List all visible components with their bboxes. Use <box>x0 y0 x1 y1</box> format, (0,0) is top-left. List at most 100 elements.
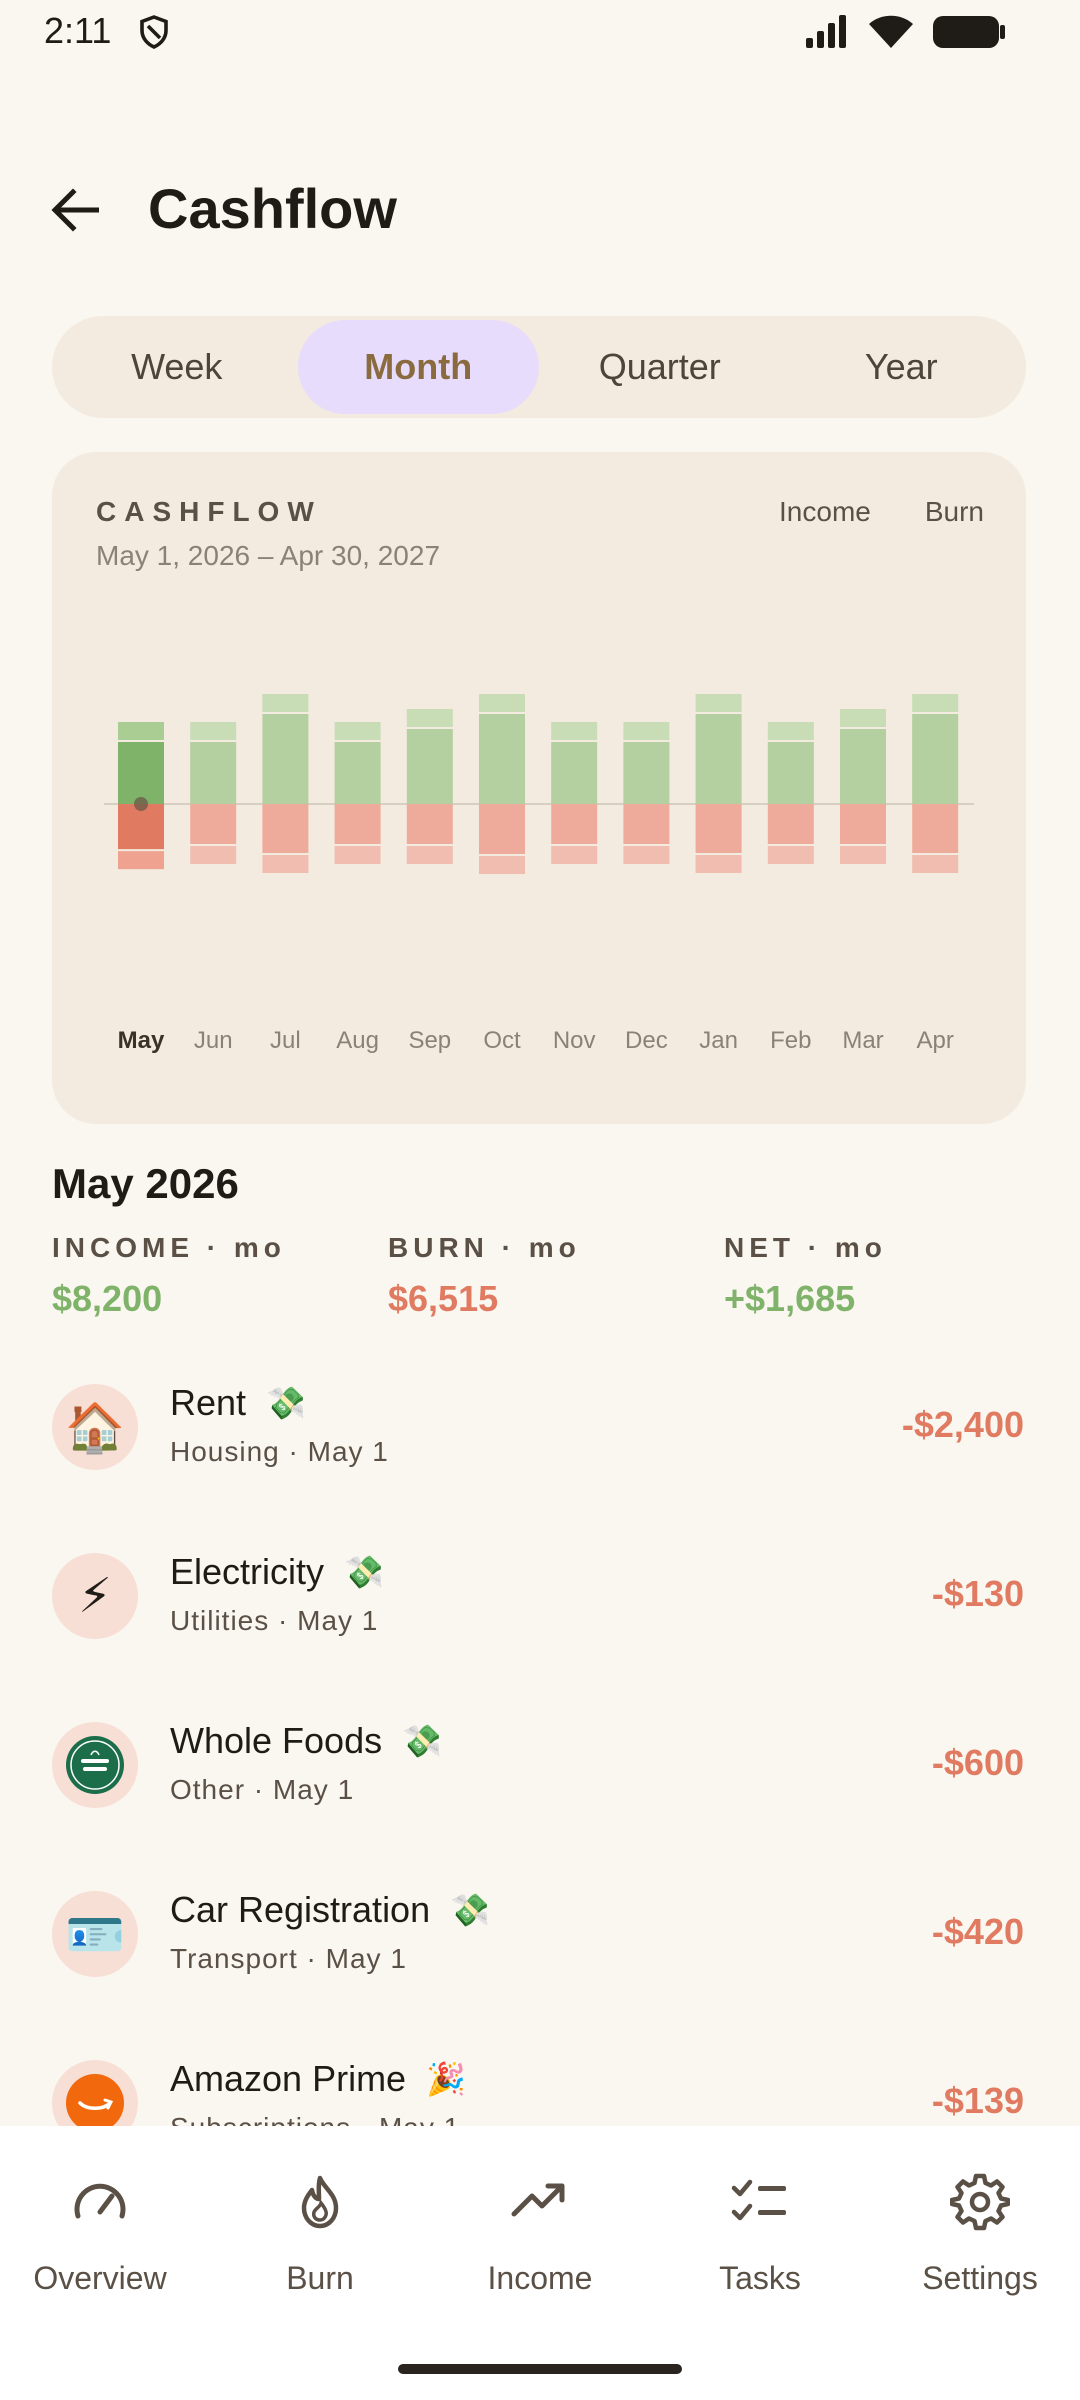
income-bar-cap <box>262 694 309 712</box>
month-stats: INCOME · mo $8,200 BURN · mo $6,515 NET … <box>52 1232 1032 1332</box>
transaction-subtitle: Transport · May 1 <box>170 1943 407 1974</box>
income-bar <box>406 729 453 804</box>
burn-bar <box>334 804 381 844</box>
app-header: Cashflow <box>0 160 1080 260</box>
transaction-row[interactable]: Amazon Prime 🎉 Subscriptions · May 1 -$1… <box>0 2036 1080 2126</box>
x-axis-tick-label: Aug <box>336 1027 379 1054</box>
selected-marker <box>134 797 148 811</box>
period-quarter-tab[interactable]: Quarter <box>539 320 781 414</box>
x-axis-tick-label: Nov <box>553 1027 596 1054</box>
chart-date-range: May 1, 2026 – Apr 30, 2027 <box>96 540 441 571</box>
x-axis-tick-label: May <box>118 1027 165 1054</box>
x-axis-tick-label: Feb <box>770 1027 811 1054</box>
money-badge-icon: 💸 <box>450 1892 490 1928</box>
transaction-row[interactable]: 🪪 Car Registration 💸 Transport · May 1 -… <box>0 1867 1080 2036</box>
transaction-amount: -$2,400 <box>901 1404 1024 1445</box>
x-axis-tick-label: Jun <box>194 1027 233 1054</box>
income-stat: INCOME · mo $8,200 <box>52 1232 286 1320</box>
transaction-name-text: Amazon Prime <box>170 2058 407 2099</box>
nav-burn-label: Burn <box>286 2260 354 2296</box>
nav-income-label: Income <box>487 2260 593 2296</box>
cashflow-chart-card: May Jun Jul Aug Sep Oct Nov Dec Jan Feb Mar Apr CAS… <box>52 452 1026 1124</box>
chart-legend: Income Burn <box>779 496 984 528</box>
money-badge-icon: 💸 <box>402 1723 442 1759</box>
income-bar-cap <box>406 709 453 727</box>
transaction-row[interactable]: Whole Foods 💸 Other · May 1 -$600 <box>0 1698 1080 1867</box>
money-badge-icon: 💸 <box>344 1554 384 1590</box>
home-indicator[interactable] <box>398 2364 682 2374</box>
period-week-tab[interactable]: Week <box>56 320 298 414</box>
burn-bar-cap <box>695 855 742 873</box>
legend-income: Income <box>779 496 871 527</box>
back-button[interactable] <box>40 180 110 240</box>
income-bar <box>623 742 670 804</box>
page-title: Cashflow <box>148 177 397 240</box>
gauge-icon <box>74 2183 126 2219</box>
transaction-name-text: Rent <box>170 1382 247 1423</box>
whole-foods-logo <box>66 1736 124 1794</box>
signal-icon <box>806 15 846 48</box>
nav-income[interactable]: Income <box>440 2172 640 2297</box>
burn-bar-cap <box>767 846 814 864</box>
income-bar <box>695 714 742 804</box>
chart-title: CASHFLOW <box>96 496 322 527</box>
transaction-amount: -$600 <box>931 1742 1024 1783</box>
income-bar <box>767 742 814 804</box>
transaction-name: Whole Foods 💸 <box>170 1720 442 1762</box>
burn-bar-cap <box>190 846 237 864</box>
transaction-row[interactable]: 🏠 Rent 💸 Housing · May 1 -$2,400 <box>0 1360 1080 1529</box>
nav-overview[interactable]: Overview <box>0 2172 200 2297</box>
wifi-icon <box>869 15 913 48</box>
income-bar-cap <box>767 722 814 740</box>
burn-bar <box>190 804 237 844</box>
burn-bar <box>767 804 814 844</box>
burn-stat-value: $6,515 <box>388 1278 499 1319</box>
income-bar <box>479 714 525 804</box>
transaction-subtitle: Other · May 1 <box>170 1774 355 1805</box>
gear-icon <box>950 2173 1010 2231</box>
nav-settings[interactable]: Settings <box>880 2172 1080 2297</box>
income-bar <box>190 742 237 804</box>
nav-tasks[interactable]: Tasks <box>660 2172 860 2297</box>
income-bar-cap <box>190 722 237 740</box>
income-bar <box>334 742 381 804</box>
status-time: 2:11 <box>44 10 112 51</box>
transaction-name: Rent 💸 <box>170 1382 306 1424</box>
nav-settings-label: Settings <box>922 2260 1038 2296</box>
x-axis-tick-label: Mar <box>842 1027 883 1054</box>
transaction-row[interactable]: ⚡ Electricity 💸 Utilities · May 1 -$130 <box>0 1529 1080 1698</box>
legend-burn: Burn <box>924 496 984 527</box>
transaction-name: Amazon Prime 🎉 <box>170 2058 466 2100</box>
transaction-list: 🏠 Rent 💸 Housing · May 1 -$2,400 ⚡ Elect… <box>0 1360 1080 2126</box>
x-axis-tick-label: Apr <box>917 1027 954 1054</box>
nav-overview-label: Overview <box>33 2260 167 2296</box>
id-card-icon: 🪪 <box>52 1891 138 1977</box>
period-month-tab[interactable]: Month <box>297 320 539 414</box>
x-axis-tick-label: Dec <box>625 1027 668 1054</box>
income-bar <box>262 714 309 804</box>
income-bar-cap <box>623 722 670 740</box>
income-bar <box>912 714 959 804</box>
transaction-amount: -$139 <box>931 2080 1024 2121</box>
period-year-tab[interactable]: Year <box>781 320 1023 414</box>
burn-bar <box>551 804 598 844</box>
transaction-amount: -$130 <box>931 1573 1024 1614</box>
transaction-subtitle: Utilities · May 1 <box>170 1605 379 1636</box>
house-icon: 🏠 <box>52 1384 138 1470</box>
nav-burn[interactable]: Burn <box>220 2172 420 2297</box>
month-heading: May 2026 <box>52 1160 239 1207</box>
income-bar-cap <box>551 722 598 740</box>
burn-bar-cap <box>406 846 453 864</box>
net-stat: NET · mo +$1,685 <box>724 1232 887 1320</box>
burn-bar <box>623 804 670 844</box>
income-bar <box>551 742 598 804</box>
burn-bar-cap <box>551 846 598 864</box>
whole-foods-logo-icon <box>52 1722 138 1808</box>
burn-bar <box>695 804 742 853</box>
transaction-name-text: Car Registration <box>170 1889 431 1930</box>
amazon-logo <box>66 2074 124 2126</box>
burn-bar <box>912 804 959 853</box>
status-icons <box>804 14 1006 50</box>
income-bar-cap <box>118 722 164 740</box>
checklist-icon <box>731 2179 786 2221</box>
